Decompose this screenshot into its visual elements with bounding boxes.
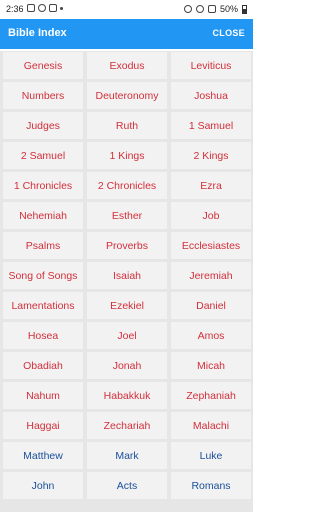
book-button[interactable]: Matthew: [3, 442, 83, 469]
book-button[interactable]: Amos: [171, 322, 251, 349]
mute-icon: [183, 5, 192, 13]
book-button[interactable]: Ezekiel: [87, 292, 167, 319]
book-button[interactable]: Zechariah: [87, 412, 167, 439]
book-button[interactable]: Leviticus: [171, 52, 251, 79]
book-button[interactable]: Jonah: [87, 352, 167, 379]
book-button[interactable]: Deuteronomy: [87, 82, 167, 109]
wifi-icon: [195, 5, 204, 13]
book-button[interactable]: Nehemiah: [3, 202, 83, 229]
book-button[interactable]: John: [3, 472, 83, 499]
more-notifications-icon: [60, 6, 63, 10]
book-button[interactable]: Song of Songs: [3, 262, 83, 289]
book-button[interactable]: Genesis: [3, 52, 83, 79]
book-grid: Genesis Exodus Leviticus Numbers Deuteronomy…: [0, 51, 253, 512]
book-button[interactable]: Ezra: [171, 172, 251, 199]
battery-icon: [242, 4, 247, 14]
book-button[interactable]: Isaiah: [87, 262, 167, 289]
book-button[interactable]: 2 Samuel: [3, 142, 83, 169]
book-button[interactable]: Malachi: [171, 412, 251, 439]
book-button[interactable]: 1 Chronicles: [3, 172, 83, 199]
book-button[interactable]: Ecclesiastes: [171, 232, 251, 259]
book-button[interactable]: Proverbs: [87, 232, 167, 259]
book-button[interactable]: Job: [171, 202, 251, 229]
battery-percent: 50%: [219, 4, 238, 14]
book-button[interactable]: Hosea: [3, 322, 83, 349]
book-button[interactable]: Mark: [87, 442, 167, 469]
status-bar: 2:36 50%: [0, 0, 253, 19]
book-button[interactable]: Zephaniah: [171, 382, 251, 409]
mail-icon: [49, 4, 57, 12]
book-button[interactable]: Joshua: [171, 82, 251, 109]
app-bar: Bible Index CLOSE: [0, 19, 253, 49]
book-button[interactable]: Acts: [87, 472, 167, 499]
book-button[interactable]: Lamentations: [3, 292, 83, 319]
book-button[interactable]: Ruth: [87, 112, 167, 139]
book-button[interactable]: Psalms: [3, 232, 83, 259]
close-button[interactable]: CLOSE: [212, 28, 245, 38]
book-button[interactable]: Esther: [87, 202, 167, 229]
book-button[interactable]: 1 Kings: [87, 142, 167, 169]
book-button[interactable]: Nahum: [3, 382, 83, 409]
book-button[interactable]: Obadiah: [3, 352, 83, 379]
book-button[interactable]: Joel: [87, 322, 167, 349]
page-title: Bible Index: [8, 27, 67, 39]
status-time: 2:36: [6, 4, 24, 14]
signal-icon: [207, 5, 216, 13]
system-icons: 50%: [183, 4, 247, 14]
book-button[interactable]: Luke: [171, 442, 251, 469]
instagram-icon: [38, 4, 46, 12]
book-button[interactable]: Micah: [171, 352, 251, 379]
book-button[interactable]: 1 Samuel: [171, 112, 251, 139]
book-button[interactable]: Jeremiah: [171, 262, 251, 289]
book-button[interactable]: Romans: [171, 472, 251, 499]
book-button[interactable]: 2 Chronicles: [87, 172, 167, 199]
book-button[interactable]: Exodus: [87, 52, 167, 79]
book-button[interactable]: Haggai: [3, 412, 83, 439]
notification-icons: [27, 4, 63, 12]
book-button[interactable]: Habakkuk: [87, 382, 167, 409]
book-button[interactable]: 2 Kings: [171, 142, 251, 169]
book-button[interactable]: Daniel: [171, 292, 251, 319]
book-button[interactable]: Numbers: [3, 82, 83, 109]
book-button[interactable]: Judges: [3, 112, 83, 139]
image-notification-icon: [27, 4, 35, 12]
